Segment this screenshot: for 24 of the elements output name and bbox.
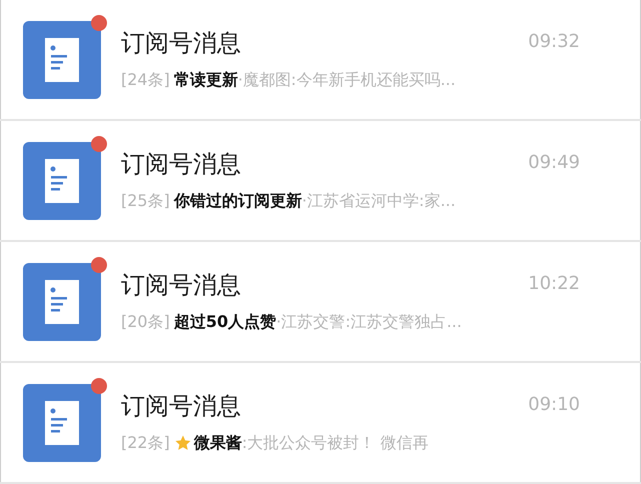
message-count: [24条]: [121, 68, 170, 90]
message-count: [20条]: [121, 310, 170, 332]
conversation-item[interactable]: 订阅号消息 10:22 [20条] 超过50人点赞·江苏交警:江苏交警独占...: [0, 242, 641, 361]
document-icon: [23, 20, 101, 98]
message-preview: 超过50人点赞·江苏交警:江苏交警独占...: [174, 310, 462, 332]
message-time: 09:32: [528, 30, 580, 54]
message-time: 10:22: [528, 272, 580, 296]
conversation-title: 订阅号消息: [121, 270, 241, 300]
message-count: [22条]: [121, 432, 170, 454]
conversation-item[interactable]: 订阅号消息 09:10 [22条] 微果酱:大批公众号被封！ 微信再: [0, 363, 641, 482]
document-icon: [23, 142, 101, 220]
document-icon: [23, 384, 101, 462]
message-preview: 微果酱:大批公众号被封！ 微信再: [194, 432, 428, 454]
conversation-item[interactable]: 订阅号消息 09:49 [25条] 你错过的订阅更新·江苏省运河中学:家...: [0, 121, 641, 240]
conversation-title: 订阅号消息: [121, 390, 241, 420]
message-time: 09:49: [528, 150, 580, 174]
conversation-title: 订阅号消息: [121, 28, 241, 58]
message-count: [25条]: [121, 190, 170, 212]
message-time: 09:10: [528, 392, 580, 416]
document-icon: [23, 262, 101, 340]
conversation-item[interactable]: 订阅号消息 09:32 [24条] 常读更新·魔都图:今年新手机还能买吗...: [0, 0, 641, 119]
message-preview: 你错过的订阅更新·江苏省运河中学:家...: [174, 190, 456, 212]
conversation-title: 订阅号消息: [121, 148, 241, 178]
message-preview: 常读更新·魔都图:今年新手机还能买吗...: [174, 68, 456, 90]
